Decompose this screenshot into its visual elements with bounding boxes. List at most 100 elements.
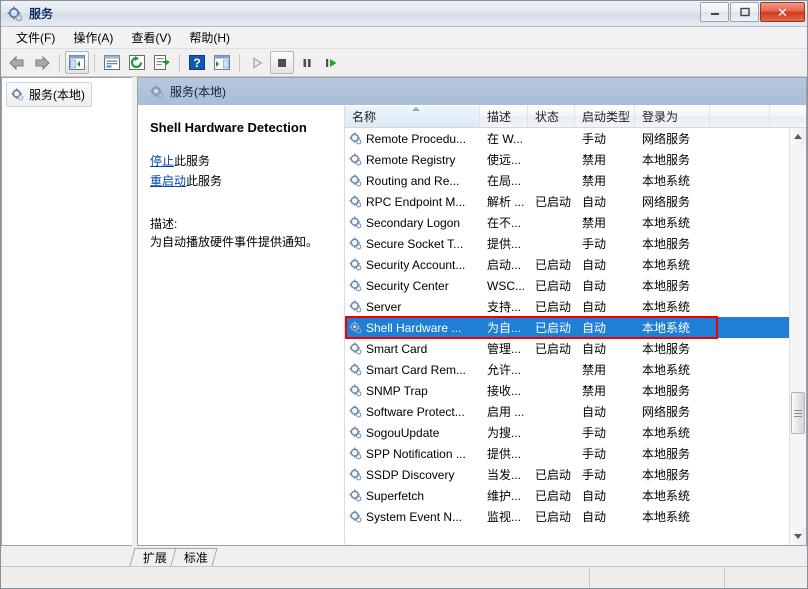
- cell-description: 支持...: [487, 300, 522, 314]
- services-gear-icon: [150, 85, 164, 99]
- properties-button[interactable]: [100, 51, 124, 74]
- minimize-button[interactable]: [700, 2, 729, 22]
- maximize-button[interactable]: [730, 2, 759, 22]
- table-row[interactable]: System Event N... 监视... 已启动 自动 本地系统: [345, 506, 789, 527]
- table-row[interactable]: SSDP Discovery 当发... 已启动 手动 本地服务: [345, 464, 789, 485]
- table-row[interactable]: Remote Procedu... 在 W... 手动 网络服务: [345, 128, 789, 149]
- toolbar-separator: [179, 53, 180, 72]
- tree-pane-icon: [69, 55, 85, 70]
- table-row[interactable]: SPP Notification ... 提供... 手动 本地服务: [345, 443, 789, 464]
- menu-view[interactable]: 查看(V): [122, 26, 180, 49]
- tab-extended[interactable]: 扩展: [129, 548, 177, 566]
- restart-service-link[interactable]: 重启动: [150, 174, 186, 188]
- cell-description: 为自...: [487, 321, 522, 335]
- cell-name-label: RPC Endpoint M...: [366, 194, 466, 209]
- menu-file[interactable]: 文件(F): [7, 26, 64, 49]
- cell-status: 已启动: [535, 300, 572, 314]
- column-header-3[interactable]: 启动类型: [575, 106, 635, 127]
- restart-service-suffix: 此服务: [186, 173, 223, 188]
- cell-name: Smart Card: [345, 342, 480, 356]
- table-row[interactable]: Secondary Logon 在不... 禁用 本地系统: [345, 212, 789, 233]
- column-header-2[interactable]: 状态: [528, 106, 575, 127]
- vertical-scrollbar[interactable]: [789, 128, 806, 545]
- main-body: 服务(本地) 服务(本地) Shell Hardware Detection 停…: [1, 77, 807, 546]
- tab-standard-label: 标准: [183, 551, 208, 565]
- services-gear-icon: [7, 6, 23, 22]
- table-row[interactable]: RPC Endpoint M... 解析 ... 已启动 自动 网络服务: [345, 191, 789, 212]
- cell-name: RPC Endpoint M...: [345, 195, 480, 209]
- cell-startup-type: 自动: [582, 279, 607, 293]
- service-gear-icon: [349, 384, 362, 397]
- column-header-5[interactable]: [710, 106, 770, 127]
- table-row[interactable]: Smart Card Rem... 允许... 禁用 本地系统: [345, 359, 789, 380]
- tab-extended-label: 扩展: [142, 551, 167, 565]
- cell-description: 启动...: [487, 258, 522, 272]
- menu-action[interactable]: 操作(A): [64, 26, 122, 49]
- service-gear-icon: [349, 321, 362, 334]
- table-column-header: 名称 描述 状态 启动类型 登录为: [345, 106, 806, 128]
- column-header-4[interactable]: 登录为: [635, 106, 710, 127]
- scrollbar-thumb[interactable]: [791, 392, 805, 434]
- cell-startup-type: 自动: [582, 258, 607, 272]
- close-button[interactable]: ✕: [760, 2, 805, 22]
- scrollbar-track[interactable]: [790, 145, 806, 528]
- menu-help[interactable]: 帮助(H): [180, 26, 239, 49]
- cell-name: SogouUpdate: [345, 426, 480, 440]
- toolbar-separator: [94, 53, 95, 72]
- column-header-0[interactable]: 名称: [345, 106, 480, 127]
- table-row[interactable]: Server 支持... 已启动 自动 本地系统: [345, 296, 789, 317]
- back-button[interactable]: [5, 51, 29, 74]
- table-row[interactable]: Remote Registry 使远... 禁用 本地服务: [345, 149, 789, 170]
- cell-logon-as: 本地服务: [642, 153, 691, 167]
- pause-service-button[interactable]: [295, 51, 319, 74]
- cell-startup-type: 手动: [582, 447, 607, 461]
- table-row[interactable]: Routing and Re... 在局... 禁用 本地系统: [345, 170, 789, 191]
- cell-name: Server: [345, 300, 480, 314]
- column-header-1[interactable]: 描述: [480, 106, 528, 127]
- scroll-up-button[interactable]: [790, 128, 806, 145]
- restart-service-button[interactable]: [320, 51, 344, 74]
- table-row[interactable]: Software Protect... 启用 ... 自动 网络服务: [345, 401, 789, 422]
- table-row[interactable]: Security Center WSC... 已启动 自动 本地服务: [345, 275, 789, 296]
- show-hide-tree-button[interactable]: [65, 51, 89, 74]
- start-service-button[interactable]: [245, 51, 269, 74]
- table-row[interactable]: SNMP Trap 接收... 禁用 本地服务: [345, 380, 789, 401]
- table-row[interactable]: SogouUpdate 为搜... 手动 本地系统: [345, 422, 789, 443]
- content-split: Shell Hardware Detection 停止此服务 重启动此服务 描述…: [138, 106, 806, 545]
- service-gear-icon: [349, 195, 362, 208]
- help-button[interactable]: ?: [185, 51, 209, 74]
- service-gear-icon: [349, 174, 362, 187]
- table-row[interactable]: Superfetch 维护... 已启动 自动 本地系统: [345, 485, 789, 506]
- action-pane-icon: [214, 55, 230, 70]
- scroll-down-button[interactable]: [790, 528, 806, 545]
- service-gear-icon: [349, 468, 362, 481]
- refresh-button[interactable]: [125, 51, 149, 74]
- table-row[interactable]: Secure Socket T... 提供... 手动 本地服务: [345, 233, 789, 254]
- show-action-pane-button[interactable]: [210, 51, 234, 74]
- service-gear-icon: [349, 216, 362, 229]
- cell-logon-as: 本地服务: [642, 384, 691, 398]
- table-row[interactable]: Smart Card 管理... 已启动 自动 本地服务: [345, 338, 789, 359]
- export-list-button[interactable]: [150, 51, 174, 74]
- help-icon: ?: [189, 55, 205, 70]
- table-row[interactable]: Shell Hardware ... 为自... 已启动 自动 本地系统: [345, 317, 789, 338]
- grip-icon: [794, 408, 802, 419]
- cell-description: 解析 ...: [487, 195, 525, 209]
- service-gear-icon: [349, 279, 362, 292]
- sidebar-item-services-local[interactable]: 服务(本地): [6, 82, 92, 107]
- cell-logon-as: 本地系统: [642, 174, 691, 188]
- cell-name-label: SSDP Discovery: [366, 467, 455, 482]
- cell-startup-type: 禁用: [582, 153, 607, 167]
- cell-logon-as: 本地系统: [642, 258, 691, 272]
- service-gear-icon: [349, 363, 362, 376]
- cell-startup-type: 自动: [582, 195, 607, 209]
- tab-standard[interactable]: 标准: [171, 548, 218, 566]
- cell-startup-type: 自动: [582, 489, 607, 503]
- stop-service-link[interactable]: 停止: [150, 154, 174, 168]
- cell-logon-as: 本地服务: [642, 237, 691, 251]
- stop-service-button[interactable]: [270, 51, 294, 74]
- forward-button[interactable]: [30, 51, 54, 74]
- arrow-right-icon: [35, 55, 50, 70]
- table-row[interactable]: Security Account... 启动... 已启动 自动 本地系统: [345, 254, 789, 275]
- services-table-body: Remote Procedu... 在 W... 手动 网络服务 Remote Regi…: [345, 128, 789, 545]
